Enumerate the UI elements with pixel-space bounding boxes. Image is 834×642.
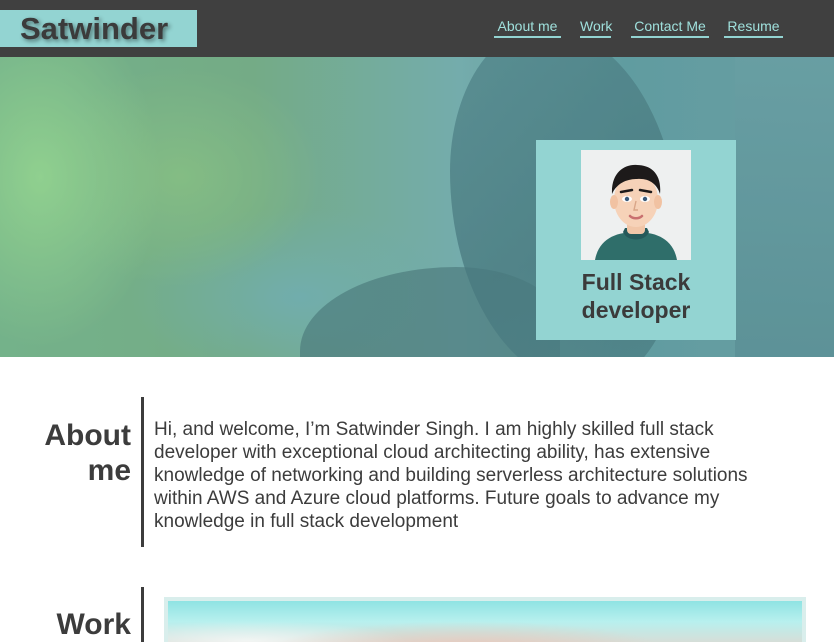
section-divider xyxy=(141,397,144,547)
site-header: Satwinder About me Work Contact Me Resum… xyxy=(0,0,834,57)
nav-link-contact-me[interactable]: Contact Me xyxy=(631,18,709,38)
site-logo[interactable]: Satwinder xyxy=(0,10,197,47)
work-image-decoration xyxy=(168,611,802,642)
work-heading: Work xyxy=(56,608,131,641)
nav-link-resume[interactable]: Resume xyxy=(724,18,783,38)
profile-title: Full Stack developer xyxy=(581,269,691,323)
hero-banner: Full Stack developer xyxy=(0,57,834,357)
about-text: Hi, and welcome, I’m Satwinder Singh. I … xyxy=(154,419,748,532)
about-heading: About me xyxy=(44,419,131,487)
avatar xyxy=(581,150,691,260)
nav-link-about-me[interactable]: About me xyxy=(494,18,561,38)
avatar-illustration-icon xyxy=(581,150,691,260)
nav-link-work[interactable]: Work xyxy=(580,18,612,38)
section-divider xyxy=(141,587,144,642)
work-preview-image[interactable] xyxy=(164,597,806,642)
profile-card: Full Stack developer xyxy=(536,140,736,340)
